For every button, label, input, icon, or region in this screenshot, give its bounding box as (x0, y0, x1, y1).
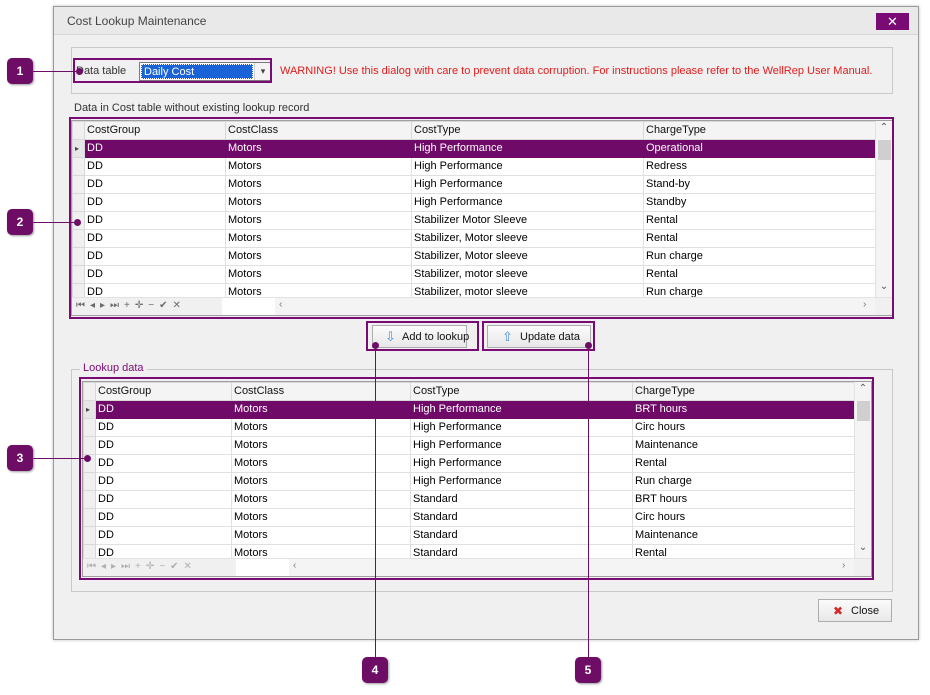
callout-badge-4: 4 (362, 657, 388, 683)
callout-badge-1: 1 (7, 58, 33, 84)
window-close-button[interactable]: ✕ (876, 13, 909, 30)
callout-badge-2: 2 (7, 209, 33, 235)
callout-badge-3: 3 (7, 445, 33, 471)
close-icon: ✖ (833, 604, 844, 618)
warning-message: WARNING! Use this dialog with care to pr… (280, 65, 873, 77)
close-button[interactable]: ✖ Close (818, 599, 892, 622)
highlight-update-button (482, 321, 595, 351)
lookup-data-caption: Lookup data (80, 362, 147, 374)
callout-badge-5: 5 (575, 657, 601, 683)
highlight-lookup-grid (79, 377, 874, 580)
window-title: Cost Lookup Maintenance (67, 14, 207, 28)
title-bar: Cost Lookup Maintenance ✕ (54, 7, 918, 35)
top-grid-caption: Data in Cost table without existing look… (74, 102, 310, 114)
highlight-top-grid (69, 117, 894, 319)
close-label: Close (851, 605, 880, 617)
highlight-add-button (366, 321, 479, 351)
highlight-data-table (73, 58, 272, 83)
